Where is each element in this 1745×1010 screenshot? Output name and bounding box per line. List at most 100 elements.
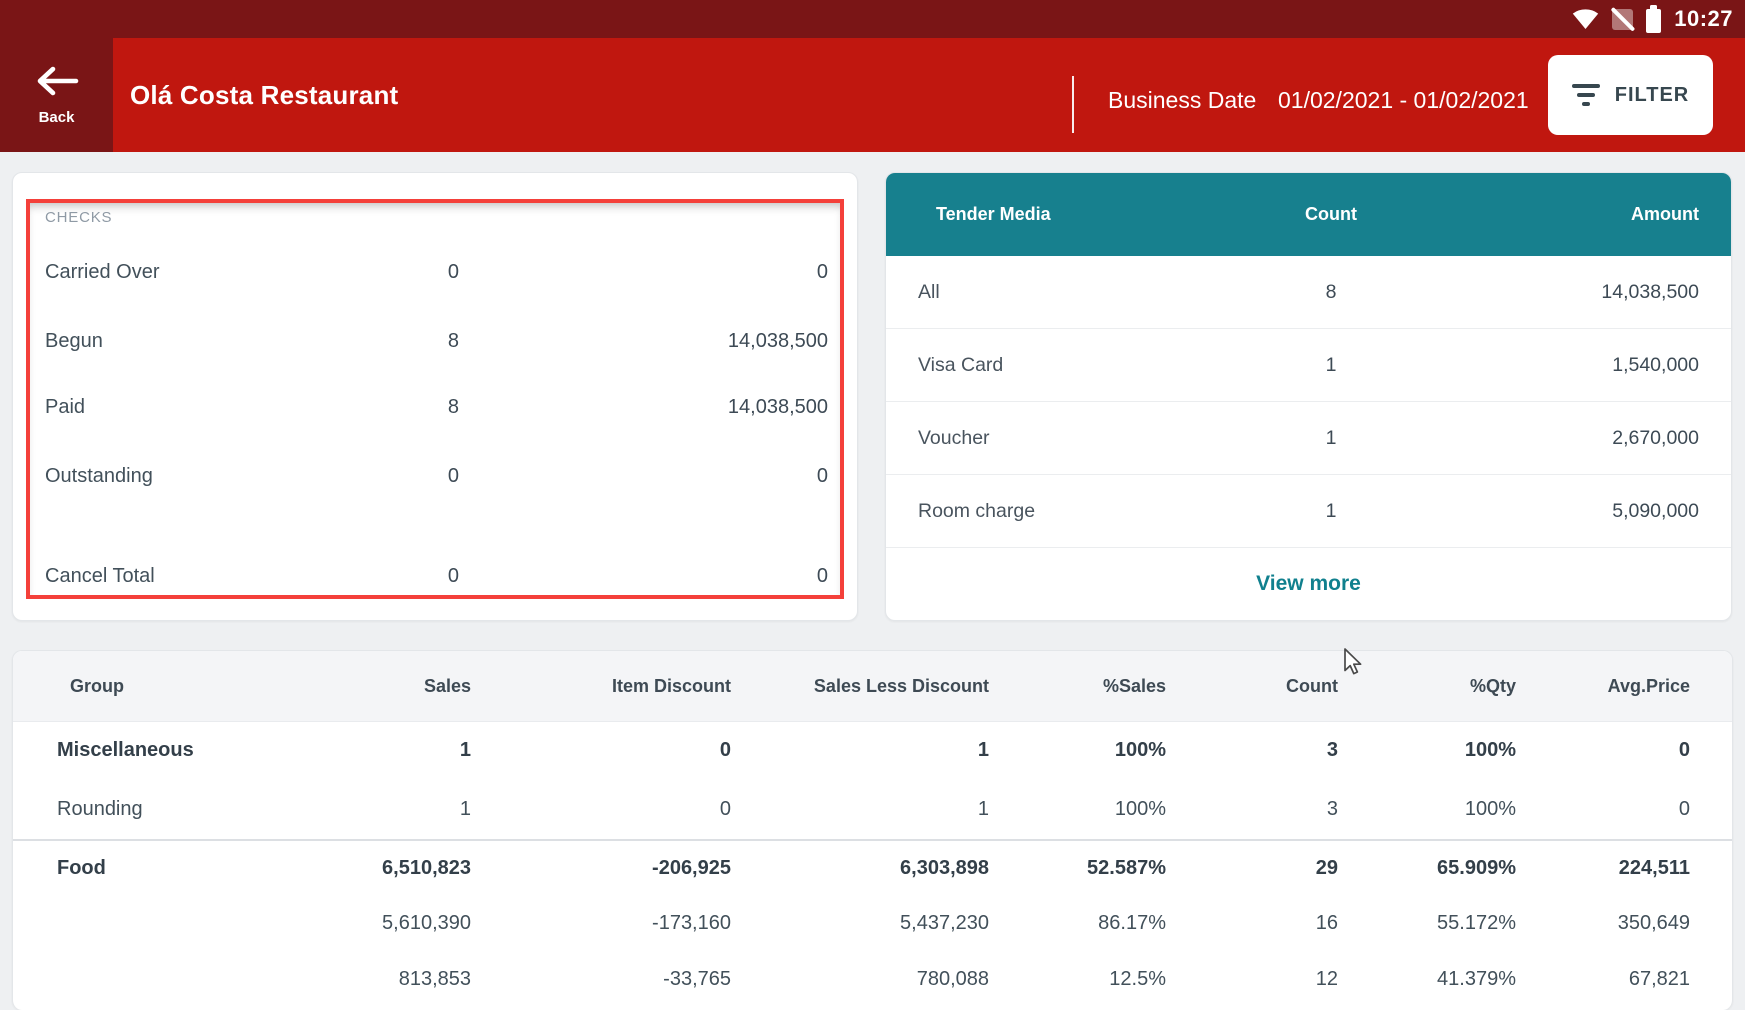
view-more-link[interactable]: View more xyxy=(886,548,1731,620)
back-label: Back xyxy=(39,109,75,126)
cell-count: 3 xyxy=(1166,798,1338,821)
cell-item-discount: -173,160 xyxy=(471,912,731,935)
tender-count: 1 xyxy=(1186,427,1476,450)
cell-group: Food xyxy=(57,857,217,880)
cell-count: 3 xyxy=(1166,739,1338,762)
col-sales-less-discount: Sales Less Discount xyxy=(731,676,989,697)
row-amount: 0 xyxy=(45,565,828,588)
col-group: Group xyxy=(57,676,217,697)
cell-sales-less-discount: 5,437,230 xyxy=(731,912,989,935)
cell-count: 16 xyxy=(1166,912,1338,935)
filter-label: FILTER xyxy=(1615,84,1690,107)
checks-row-carried-over: Carried Over 0 0 xyxy=(45,261,828,287)
status-bar: 10:27 xyxy=(0,0,1745,38)
tender-name: Visa Card xyxy=(886,354,1186,377)
cell-avg-price: 0 xyxy=(1516,798,1690,821)
row-amount: 14,038,500 xyxy=(45,396,828,419)
cell-percent-qty: 41.379% xyxy=(1338,968,1516,991)
header-divider xyxy=(1072,76,1074,133)
tender-row-visa-card[interactable]: Visa Card 1 1,540,000 xyxy=(886,329,1731,402)
group-row-food[interactable]: Food 6,510,823 -206,925 6,303,898 52.587… xyxy=(13,841,1732,895)
cell-percent-sales: 12.5% xyxy=(989,968,1166,991)
cell-group: Rounding xyxy=(57,798,217,821)
business-date-label: Business Date xyxy=(1108,38,1256,152)
filter-icon xyxy=(1572,84,1600,106)
back-button[interactable]: Back xyxy=(0,38,113,152)
col-tender-media: Tender Media xyxy=(886,204,1186,225)
cell-item-discount: -206,925 xyxy=(471,857,731,880)
row-amount: 0 xyxy=(45,261,828,284)
cell-percent-qty: 65.909% xyxy=(1338,857,1516,880)
group-sales-card: Group Sales Item Discount Sales Less Dis… xyxy=(12,650,1733,1010)
checks-title: CHECKS xyxy=(45,209,112,226)
cell-sales-less-discount: 1 xyxy=(731,798,989,821)
cell-percent-qty: 100% xyxy=(1338,798,1516,821)
page-title: Olá Costa Restaurant xyxy=(130,38,398,152)
checks-row-outstanding: Outstanding 0 0 xyxy=(45,465,828,491)
col-item-discount: Item Discount xyxy=(471,676,731,697)
checks-row-cancel-total: Cancel Total 0 0 xyxy=(45,565,828,591)
cell-percent-qty: 100% xyxy=(1338,739,1516,762)
col-count: Count xyxy=(1186,204,1476,225)
tender-count: 1 xyxy=(1186,500,1476,523)
checks-row-paid: Paid 8 14,038,500 xyxy=(45,396,828,422)
tender-name: All xyxy=(886,281,1186,304)
tender-name: Voucher xyxy=(886,427,1186,450)
cell-percent-sales: 52.587% xyxy=(989,857,1166,880)
group-row-rounding[interactable]: Rounding 1 0 1 100% 3 100% 0 xyxy=(13,779,1732,839)
business-date-value[interactable]: 01/02/2021 - 01/02/2021 xyxy=(1278,38,1529,152)
cell-avg-price: 350,649 xyxy=(1516,912,1690,935)
cell-sales: 1 xyxy=(217,739,471,762)
cell-avg-price: 0 xyxy=(1516,739,1690,762)
row-amount: 14,038,500 xyxy=(45,330,828,353)
tender-row-all[interactable]: All 8 14,038,500 xyxy=(886,256,1731,329)
wifi-icon xyxy=(1572,8,1599,30)
tender-media-card: Tender Media Count Amount All 8 14,038,5… xyxy=(885,172,1732,621)
tender-name: Room charge xyxy=(886,500,1186,523)
col-avg-price: Avg.Price xyxy=(1516,676,1690,697)
tender-row-voucher[interactable]: Voucher 1 2,670,000 xyxy=(886,402,1731,475)
back-arrow-icon xyxy=(34,65,80,102)
cell-item-discount: 0 xyxy=(471,739,731,762)
cell-percent-sales: 86.17% xyxy=(989,912,1166,935)
cell-count: 29 xyxy=(1166,857,1338,880)
cell-avg-price: 224,511 xyxy=(1516,857,1690,880)
col-count: Count xyxy=(1166,676,1338,697)
battery-full-icon xyxy=(1646,9,1661,33)
row-amount: 0 xyxy=(45,465,828,488)
no-signal-icon xyxy=(1612,9,1633,30)
cell-percent-sales: 100% xyxy=(989,739,1166,762)
cell-count: 12 xyxy=(1166,968,1338,991)
cell-sales: 1 xyxy=(217,798,471,821)
status-time: 10:27 xyxy=(1674,6,1733,32)
tender-amount: 1,540,000 xyxy=(1476,354,1731,377)
group-row-miscellaneous[interactable]: Miscellaneous 1 0 1 100% 3 100% 0 xyxy=(13,722,1732,779)
cell-avg-price: 67,821 xyxy=(1516,968,1690,991)
cell-sales: 813,853 xyxy=(217,968,471,991)
col-percent-qty: %Qty xyxy=(1338,676,1516,697)
cell-sales: 6,510,823 xyxy=(217,857,471,880)
checks-card: CHECKS Carried Over 0 0 Begun 8 14,038,5… xyxy=(12,172,858,621)
group-table-header: Group Sales Item Discount Sales Less Dis… xyxy=(13,651,1732,722)
filter-button[interactable]: FILTER xyxy=(1548,55,1713,135)
tender-media-header: Tender Media Count Amount xyxy=(886,173,1731,256)
cell-group: Miscellaneous xyxy=(57,739,217,762)
group-subrow[interactable]: 5,610,390 -173,160 5,437,230 86.17% 16 5… xyxy=(13,895,1732,951)
cell-sales-less-discount: 6,303,898 xyxy=(731,857,989,880)
tender-count: 1 xyxy=(1186,354,1476,377)
checks-row-begun: Begun 8 14,038,500 xyxy=(45,330,828,356)
col-amount: Amount xyxy=(1476,204,1731,225)
cell-percent-sales: 100% xyxy=(989,798,1166,821)
tender-amount: 5,090,000 xyxy=(1476,500,1731,523)
col-sales: Sales xyxy=(217,676,471,697)
cell-item-discount: 0 xyxy=(471,798,731,821)
tender-row-room-charge[interactable]: Room charge 1 5,090,000 xyxy=(886,475,1731,548)
tender-amount: 2,670,000 xyxy=(1476,427,1731,450)
group-subrow[interactable]: 813,853 -33,765 780,088 12.5% 12 41.379%… xyxy=(13,951,1732,1007)
tender-amount: 14,038,500 xyxy=(1476,281,1731,304)
cell-item-discount: -33,765 xyxy=(471,968,731,991)
cell-sales: 5,610,390 xyxy=(217,912,471,935)
col-percent-sales: %Sales xyxy=(989,676,1166,697)
tender-count: 8 xyxy=(1186,281,1476,304)
cell-sales-less-discount: 780,088 xyxy=(731,968,989,991)
